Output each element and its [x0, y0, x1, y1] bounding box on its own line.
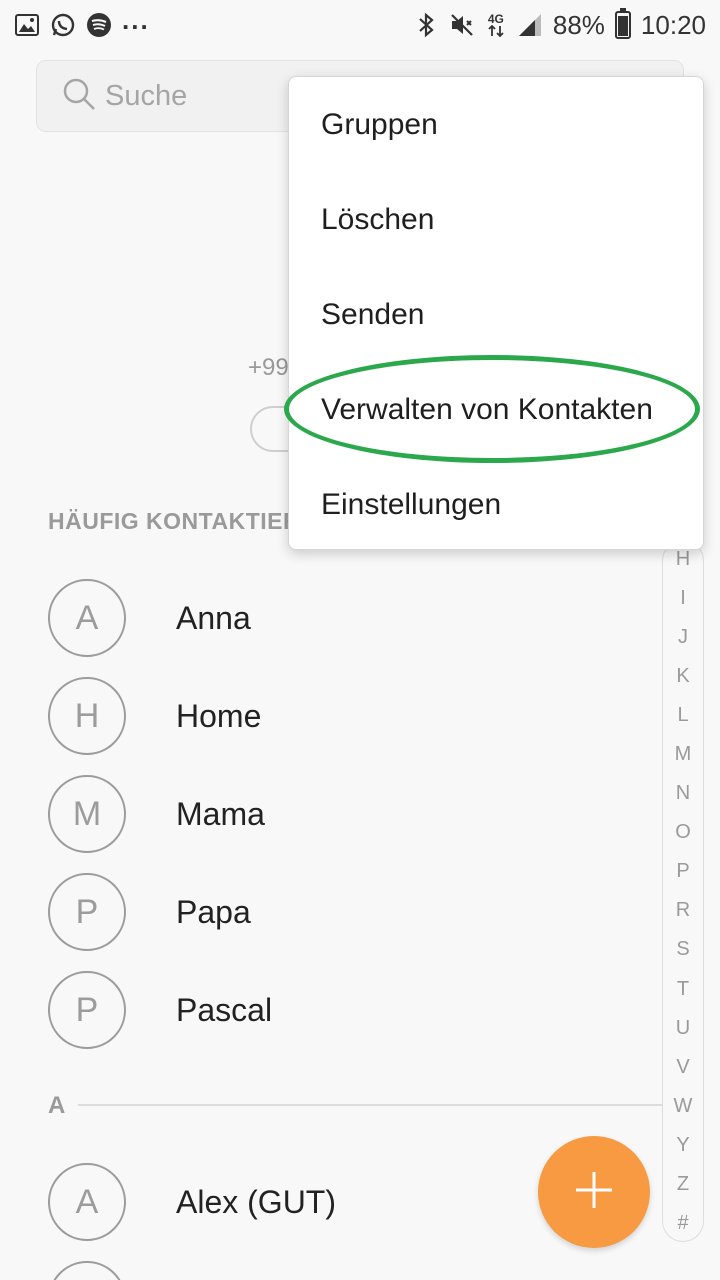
search-icon: [61, 76, 97, 117]
add-contact-button[interactable]: [538, 1136, 650, 1248]
menu-item-verwalten-von-kontakten[interactable]: Verwalten von Kontakten: [289, 362, 703, 457]
contact-item[interactable]: A Anna: [48, 578, 608, 658]
whatsapp-icon: [50, 12, 76, 38]
section-header-letter: A: [48, 1092, 66, 1119]
mute-icon: [449, 12, 475, 38]
frequent-section-title: HÄUFIG KONTAKTIERT: [48, 508, 315, 534]
contact-name: Alex (GUT): [176, 1183, 336, 1220]
index-letter[interactable]: W: [674, 1096, 693, 1116]
index-letter[interactable]: #: [677, 1213, 688, 1233]
contact-name: Pascal: [176, 991, 273, 1028]
index-letter[interactable]: O: [675, 822, 691, 842]
contact-name: Anna: [176, 599, 251, 636]
index-letter[interactable]: P: [676, 861, 689, 881]
index-letter[interactable]: J: [678, 627, 688, 647]
profile-phone: +99: [248, 354, 289, 381]
contact-item[interactable]: P Pascal: [48, 970, 608, 1050]
contact-item[interactable]: P Papa: [48, 872, 608, 952]
overflow-menu: Gruppen Löschen Senden Verwalten von Kon…: [288, 76, 704, 550]
menu-item-senden[interactable]: Senden: [289, 267, 703, 362]
search-input[interactable]: [105, 79, 305, 113]
menu-item-gruppen[interactable]: Gruppen: [289, 77, 703, 172]
menu-item-einstellungen[interactable]: Einstellungen: [289, 457, 703, 552]
index-letter[interactable]: Y: [676, 1135, 689, 1155]
avatar: H: [48, 677, 126, 755]
index-letter[interactable]: T: [677, 979, 689, 999]
contact-item[interactable]: H Home: [48, 676, 608, 756]
signal-icon: [517, 12, 543, 38]
alphabet-index-bar[interactable]: H I J K L M N O P R S T U V W Y Z #: [662, 540, 704, 1242]
index-letter[interactable]: U: [676, 1018, 690, 1038]
index-letter[interactable]: R: [676, 900, 690, 920]
menu-item-loeschen[interactable]: Löschen: [289, 172, 703, 267]
index-letter[interactable]: K: [676, 666, 689, 686]
network-type: 4G: [487, 12, 504, 26]
index-letter[interactable]: S: [676, 939, 689, 959]
index-letter[interactable]: Z: [677, 1174, 689, 1194]
index-letter[interactable]: N: [676, 783, 690, 803]
index-letter[interactable]: I: [680, 588, 686, 608]
contact-item-partial[interactable]: [48, 1260, 608, 1280]
battery-icon: [614, 8, 631, 39]
index-letter[interactable]: V: [676, 1057, 689, 1077]
more-notifications: ...: [122, 4, 150, 35]
index-letter[interactable]: L: [677, 705, 688, 725]
status-bar-left: ...: [14, 5, 150, 38]
contact-name: Mama: [176, 795, 265, 832]
status-bar-right: 4G 88% 10:20: [413, 8, 706, 41]
battery-percent: 88%: [552, 9, 605, 40]
contact-name: Papa: [176, 893, 251, 930]
index-letter[interactable]: H: [676, 549, 690, 569]
avatar: P: [48, 971, 126, 1049]
avatar: [48, 1261, 126, 1280]
avatar: M: [48, 775, 126, 853]
avatar: A: [48, 579, 126, 657]
avatar: A: [48, 1163, 126, 1241]
index-letter[interactable]: M: [675, 744, 692, 764]
contact-name: Home: [176, 697, 262, 734]
image-icon: [14, 12, 40, 38]
contact-item[interactable]: A Alex (GUT): [48, 1162, 608, 1242]
plus-icon: [574, 1170, 614, 1215]
network-icon: 4G: [485, 12, 507, 38]
bluetooth-icon: [413, 12, 439, 38]
clock: 10:20: [640, 9, 706, 40]
section-divider: [78, 1104, 662, 1106]
spotify-icon: [86, 12, 112, 38]
contact-item[interactable]: M Mama: [48, 774, 608, 854]
avatar: P: [48, 873, 126, 951]
status-bar: ... 4G 88% 10:20: [0, 0, 720, 50]
